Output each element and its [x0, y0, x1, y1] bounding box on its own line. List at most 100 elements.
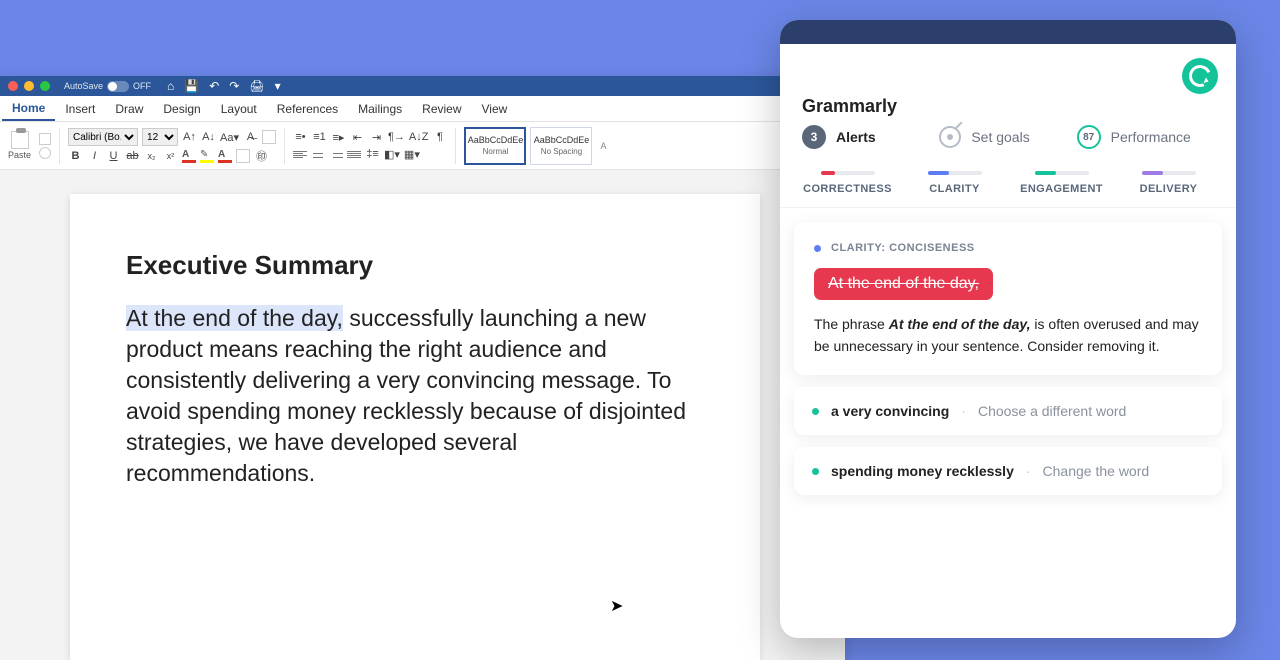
nav-performance[interactable]: 87 Performance — [1077, 125, 1214, 149]
cut-icon[interactable] — [39, 133, 51, 145]
superscript-button[interactable]: x² — [163, 148, 178, 163]
suggestion-hint: Choose a different word — [978, 403, 1126, 419]
subscript-button[interactable]: x₂ — [144, 148, 159, 163]
chevron-down-icon[interactable]: ▾ — [275, 80, 281, 92]
maximize-icon[interactable] — [40, 81, 50, 91]
style-normal[interactable]: AaBbCcDdEe Normal — [464, 127, 526, 165]
suggestion-flag: spending money recklessly — [831, 463, 1014, 479]
separator-dot: · — [961, 403, 966, 419]
borders-icon[interactable]: ▦▾ — [404, 147, 420, 162]
engagement-dot-icon — [812, 468, 819, 475]
suggestion-card[interactable]: a very convincing · Choose a different w… — [794, 387, 1222, 435]
enclosing-icon[interactable]: ㊞ — [254, 148, 269, 163]
cat-correctness[interactable]: CORRECTNESS — [794, 171, 901, 195]
highlight-button[interactable]: ✎ — [200, 149, 214, 163]
category-row: CORRECTNESS CLARITY ENGAGEMENT DELIVERY — [780, 163, 1236, 208]
grammarly-title: Grammarly — [780, 96, 1236, 125]
tab-review[interactable]: Review — [412, 96, 471, 121]
clarity-dot-icon — [814, 245, 821, 252]
close-icon[interactable] — [8, 81, 18, 91]
tab-view[interactable]: View — [472, 96, 518, 121]
doc-paragraph: At the end of the day, successfully laun… — [126, 303, 704, 489]
undo-icon[interactable]: ↶ — [209, 80, 219, 92]
ribbon: Paste Calibri (Bo... 12 A↑ A↓ Aa▾ A̶ B I… — [0, 122, 845, 170]
strikethrough-button[interactable]: ab — [125, 148, 140, 163]
ribbon-tabs: Home Insert Draw Design Layout Reference… — [0, 96, 845, 122]
grammarly-logo-icon[interactable] — [1182, 58, 1218, 94]
italic-button[interactable]: I — [87, 148, 102, 163]
cat-delivery[interactable]: DELIVERY — [1115, 171, 1222, 195]
target-icon — [939, 126, 961, 148]
tab-mailings[interactable]: Mailings — [348, 96, 412, 121]
suggestion-card[interactable]: spending money recklessly · Change the w… — [794, 447, 1222, 495]
doc-highlight: At the end of the day, — [126, 305, 343, 331]
bar-correctness — [821, 171, 875, 175]
grammarly-panel: Grammarly 3 Alerts Set goals 87 Performa… — [780, 20, 1236, 638]
paste-button[interactable]: Paste — [4, 131, 35, 160]
decrease-indent-icon[interactable]: ⇤ — [350, 130, 365, 145]
justify-icon[interactable] — [347, 151, 361, 158]
nav-alerts[interactable]: 3 Alerts — [802, 125, 939, 149]
font-color-button[interactable]: A — [182, 149, 196, 163]
cat-engagement[interactable]: ENGAGEMENT — [1008, 171, 1115, 195]
bullets-icon[interactable]: ≡• — [293, 130, 308, 145]
separator-dot: · — [1026, 463, 1031, 479]
word-titlebar: AutoSave OFF ⌂ 💾 ↶ ↷ 🖨 ▾ — [0, 76, 845, 96]
bold-button[interactable]: B — [68, 148, 83, 163]
tab-draw[interactable]: Draw — [105, 96, 153, 121]
alert-count-badge: 3 — [802, 125, 826, 149]
line-spacing-icon[interactable]: ‡≡ — [365, 147, 380, 162]
ltr-icon[interactable]: ¶→ — [388, 130, 405, 145]
sort-icon[interactable]: A↓Z — [409, 130, 429, 145]
font-color-dropdown[interactable]: A — [218, 149, 232, 163]
style-no-spacing[interactable]: AaBbCcDdEe No Spacing — [530, 127, 592, 165]
nav-goals-label: Set goals — [971, 129, 1029, 145]
strike-phrase-pill[interactable]: At the end of the day, — [814, 268, 993, 300]
nav-alerts-label: Alerts — [836, 129, 876, 145]
save-icon[interactable]: 💾 — [184, 80, 199, 92]
character-border-icon[interactable] — [262, 130, 276, 144]
mouse-cursor-icon: ➤ — [610, 596, 623, 616]
grammarly-nav: 3 Alerts Set goals 87 Performance — [780, 125, 1236, 163]
tab-design[interactable]: Design — [153, 96, 210, 121]
card-kicker: CLARITY: CONCISENESS — [814, 242, 1202, 254]
autosave-toggle[interactable]: AutoSave OFF — [64, 81, 151, 92]
decrease-font-icon[interactable]: A↓ — [201, 130, 216, 145]
text-effects-icon[interactable] — [236, 149, 250, 163]
nav-set-goals[interactable]: Set goals — [939, 126, 1076, 148]
align-left-icon[interactable] — [293, 151, 307, 158]
style-preview: AaBbCcDdEe — [534, 135, 590, 145]
numbering-icon[interactable]: ≡1 — [312, 130, 327, 145]
increase-indent-icon[interactable]: ⇥ — [369, 130, 384, 145]
word-window: AutoSave OFF ⌂ 💾 ↶ ↷ 🖨 ▾ Home Insert Dra… — [0, 76, 845, 660]
alert-card-clarity[interactable]: CLARITY: CONCISENESS At the end of the d… — [794, 222, 1222, 375]
tab-layout[interactable]: Layout — [211, 96, 267, 121]
underline-button[interactable]: U — [106, 148, 121, 163]
tab-insert[interactable]: Insert — [55, 96, 105, 121]
tab-references[interactable]: References — [267, 96, 348, 121]
tab-home[interactable]: Home — [2, 96, 55, 121]
change-case-icon[interactable]: Aa▾ — [220, 130, 239, 145]
document-page[interactable]: Executive Summary At the end of the day,… — [70, 194, 760, 660]
home-icon[interactable]: ⌂ — [167, 80, 174, 92]
align-right-icon[interactable] — [329, 151, 343, 158]
minimize-icon[interactable] — [24, 81, 34, 91]
align-center-icon[interactable] — [311, 151, 325, 158]
suggestion-hint: Change the word — [1043, 463, 1150, 479]
paragraph-marks-icon[interactable]: ¶ — [432, 130, 447, 145]
print-icon[interactable]: 🖨 — [249, 80, 264, 92]
clear-format-icon[interactable]: A̶ — [243, 130, 258, 145]
redo-icon[interactable]: ↷ — [229, 80, 239, 92]
document-area: Executive Summary At the end of the day,… — [0, 170, 845, 660]
shading-icon[interactable]: ◧▾ — [384, 147, 400, 162]
multilevel-icon[interactable]: ≡▸ — [331, 130, 346, 145]
format-painter-icon[interactable] — [39, 147, 51, 159]
increase-font-icon[interactable]: A↑ — [182, 130, 197, 145]
style-name: Normal — [483, 147, 509, 156]
doc-heading: Executive Summary — [126, 250, 704, 281]
style-name: No Spacing — [541, 147, 582, 156]
font-size-select[interactable]: 12 — [142, 128, 178, 146]
cat-clarity[interactable]: CLARITY — [901, 171, 1008, 195]
suggestion-flag: a very convincing — [831, 403, 949, 419]
font-name-select[interactable]: Calibri (Bo... — [68, 128, 138, 146]
